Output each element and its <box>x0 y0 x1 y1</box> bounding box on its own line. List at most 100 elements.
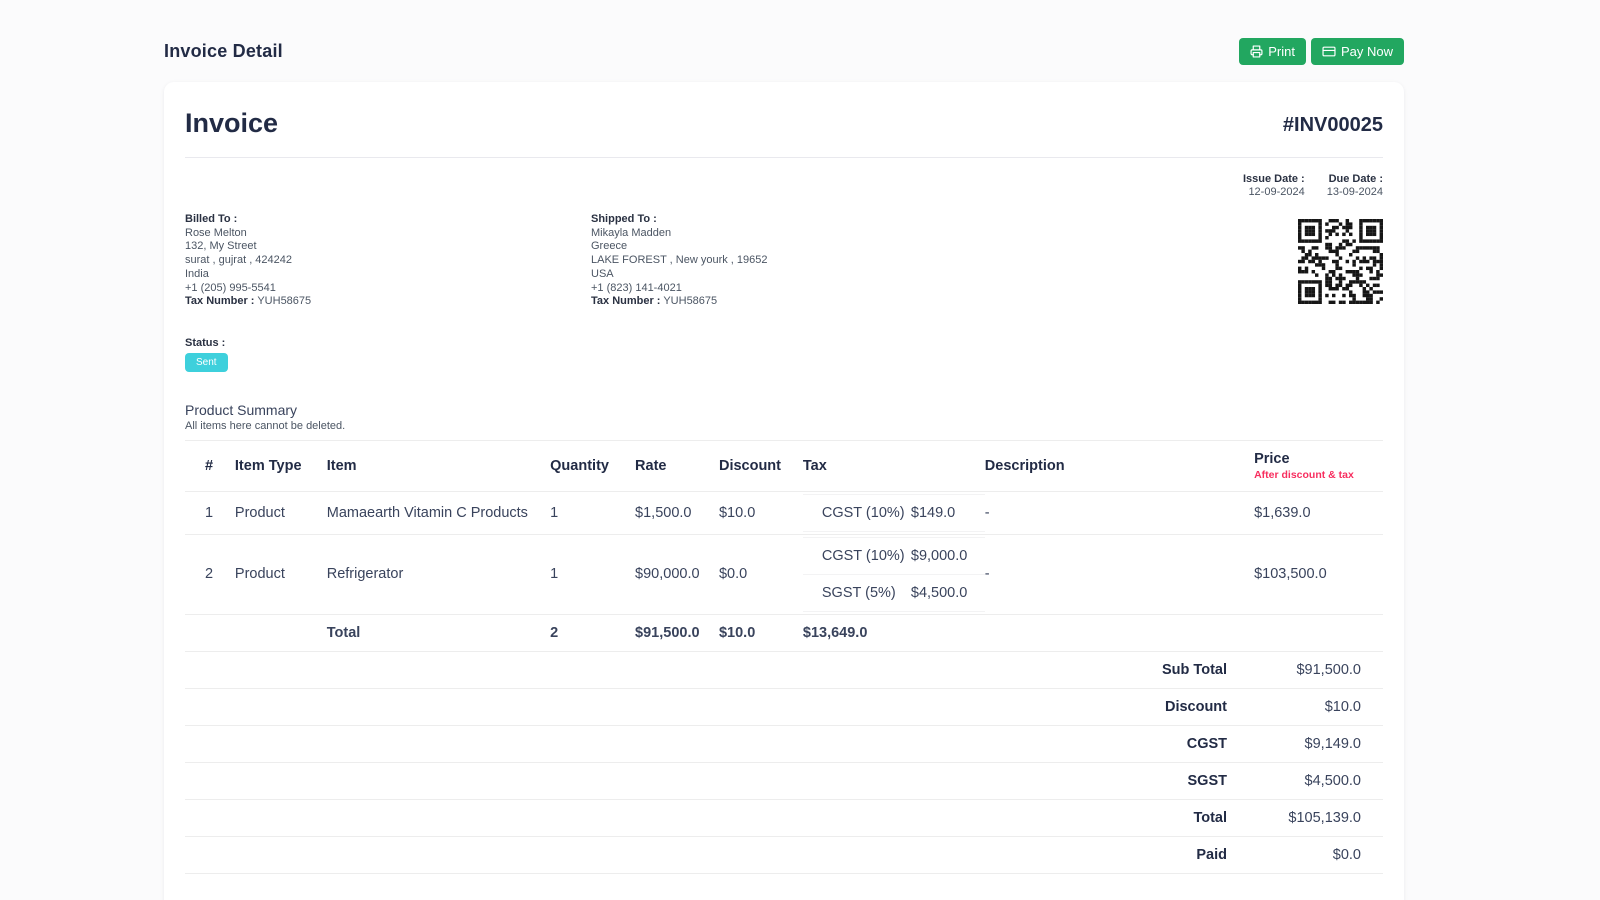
item-num: 1 <box>185 491 235 534</box>
invoice-card: Invoice #INV00025 Issue Date : 12-09-202… <box>164 82 1404 900</box>
grand-totals: Sub Total $91,500.0 Discount $10.0 CGST … <box>185 652 1383 874</box>
printer-icon <box>1250 45 1263 58</box>
item-rate: $90,000.0 <box>635 534 719 614</box>
billed-to-tax: Tax Number : YUH58675 <box>185 295 591 309</box>
tax-amount: $149.0 <box>911 505 985 521</box>
pay-now-button-label: Pay Now <box>1341 44 1393 59</box>
shipped-to-address-line: LAKE FOREST , New yourk , 19652 <box>591 254 1298 268</box>
col-header-item: Item <box>327 440 550 491</box>
due-date: Due Date : 13-09-2024 <box>1327 172 1383 199</box>
page: Invoice Detail Print Pay Now Invoice #IN… <box>164 0 1404 900</box>
discount-row: Discount $10.0 <box>185 689 1383 726</box>
sgst-label: SGST <box>1188 773 1227 789</box>
billed-to-address-line: surat , gujrat , 424242 <box>185 254 591 268</box>
invoice-number: #INV00025 <box>1283 114 1383 139</box>
shipped-to-name: Mikayla Madden <box>591 227 1298 241</box>
tax-amount: $9,000.0 <box>911 548 985 564</box>
col-header-tax: Tax <box>803 440 985 491</box>
item-discount: $0.0 <box>719 534 803 614</box>
subtotal-value: $91,500.0 <box>1227 662 1361 678</box>
items-total-label: Total <box>327 614 550 651</box>
item-description: - <box>985 534 1254 614</box>
subtotal-label: Sub Total <box>1162 662 1227 678</box>
invoice-dates: Issue Date : 12-09-2024 Due Date : 13-09… <box>185 172 1383 199</box>
pay-now-button[interactable]: Pay Now <box>1311 38 1404 65</box>
sgst-row: SGST $4,500.0 <box>185 763 1383 800</box>
col-header-quantity: Quantity <box>550 440 635 491</box>
invoice-heading: Invoice <box>185 108 278 139</box>
item-rate: $1,500.0 <box>635 491 719 534</box>
billed-to-phone: +1 (205) 995-5541 <box>185 282 591 296</box>
shipped-to-tax-number: YUH58675 <box>663 295 717 307</box>
items-total-quantity: 2 <box>550 614 635 651</box>
paid-label: Paid <box>1196 847 1227 863</box>
shipped-to-address-line: Greece <box>591 240 1298 254</box>
subtotal-row: Sub Total $91,500.0 <box>185 652 1383 689</box>
shipped-to-label: Shipped To : <box>591 213 1298 227</box>
item-row: 2 Product Refrigerator 1 $90,000.0 $0.0 … <box>185 534 1383 614</box>
billed-to-address-line: 132, My Street <box>185 240 591 254</box>
items-header-row: # Item Type Item Quantity Rate Discount … <box>185 440 1383 491</box>
total-label: Total <box>1193 810 1227 826</box>
issue-date-value: 12-09-2024 <box>1243 186 1305 199</box>
shipped-to-country: USA <box>591 268 1298 282</box>
tax-row: CGST (10%) $9,000.0 <box>803 537 985 575</box>
price-header-label: Price <box>1254 451 1361 467</box>
billed-to-label: Billed To : <box>185 213 591 227</box>
item-type: Product <box>235 491 327 534</box>
tax-name: CGST (10%) <box>822 505 911 521</box>
due-date-label: Due Date : <box>1327 172 1383 186</box>
item-price: $103,500.0 <box>1254 534 1383 614</box>
billed-to-name: Rose Melton <box>185 227 591 241</box>
shipped-to-tax: Tax Number : YUH58675 <box>591 295 1298 309</box>
print-button[interactable]: Print <box>1239 38 1306 65</box>
item-tax-cell: CGST (10%) $9,000.0 SGST (5%) $4,500.0 <box>803 534 985 614</box>
shipped-to-block: Shipped To : Mikayla Madden Greece LAKE … <box>591 213 1298 309</box>
total-value: $105,139.0 <box>1227 810 1361 826</box>
total-row: Total $105,139.0 <box>185 800 1383 837</box>
items-total-rate: $91,500.0 <box>635 614 719 651</box>
item-discount: $10.0 <box>719 491 803 534</box>
qr-code <box>1298 219 1383 304</box>
col-header-discount: Discount <box>719 440 803 491</box>
item-name: Mamaearth Vitamin C Products <box>327 491 550 534</box>
items-total-discount: $10.0 <box>719 614 803 651</box>
billed-to-country: India <box>185 268 591 282</box>
product-summary-subtitle: All items here cannot be deleted. <box>185 420 1383 432</box>
product-summary-title: Product Summary <box>185 402 1383 418</box>
billed-to-tax-label: Tax Number : <box>185 295 254 307</box>
shipped-to-tax-label: Tax Number : <box>591 295 660 307</box>
credit-card-icon <box>1322 45 1336 58</box>
billed-to-block: Billed To : Rose Melton 132, My Street s… <box>185 213 591 309</box>
issue-date: Issue Date : 12-09-2024 <box>1243 172 1305 199</box>
parties: Billed To : Rose Melton 132, My Street s… <box>185 213 1383 309</box>
tax-amount: $4,500.0 <box>911 585 985 601</box>
page-title: Invoice Detail <box>164 41 283 62</box>
tax-row: SGST (5%) $4,500.0 <box>803 574 985 612</box>
item-num: 2 <box>185 534 235 614</box>
col-header-description: Description <box>985 440 1254 491</box>
print-button-label: Print <box>1268 44 1295 59</box>
item-price: $1,639.0 <box>1254 491 1383 534</box>
discount-value: $10.0 <box>1227 699 1361 715</box>
paid-value: $0.0 <box>1227 847 1361 863</box>
cgst-row: CGST $9,149.0 <box>185 726 1383 763</box>
issue-date-label: Issue Date : <box>1243 172 1305 186</box>
head-divider <box>185 157 1383 158</box>
status-label: Status : <box>185 337 1383 349</box>
col-header-rate: Rate <box>635 440 719 491</box>
status-badge: Sent <box>185 353 228 372</box>
item-quantity: 1 <box>550 534 635 614</box>
items-total-row: Total 2 $91,500.0 $10.0 $13,649.0 <box>185 614 1383 651</box>
item-name: Refrigerator <box>327 534 550 614</box>
tax-row: CGST (10%) $149.0 <box>803 494 985 532</box>
items-total-tax: $13,649.0 <box>803 614 985 651</box>
cgst-label: CGST <box>1187 736 1227 752</box>
paid-row: Paid $0.0 <box>185 837 1383 874</box>
due-date-value: 13-09-2024 <box>1327 186 1383 199</box>
tax-name: CGST (10%) <box>822 548 911 564</box>
items-table: # Item Type Item Quantity Rate Discount … <box>185 440 1383 652</box>
cgst-value: $9,149.0 <box>1227 736 1361 752</box>
billed-to-tax-number: YUH58675 <box>257 295 311 307</box>
product-summary-head: Product Summary All items here cannot be… <box>185 402 1383 432</box>
